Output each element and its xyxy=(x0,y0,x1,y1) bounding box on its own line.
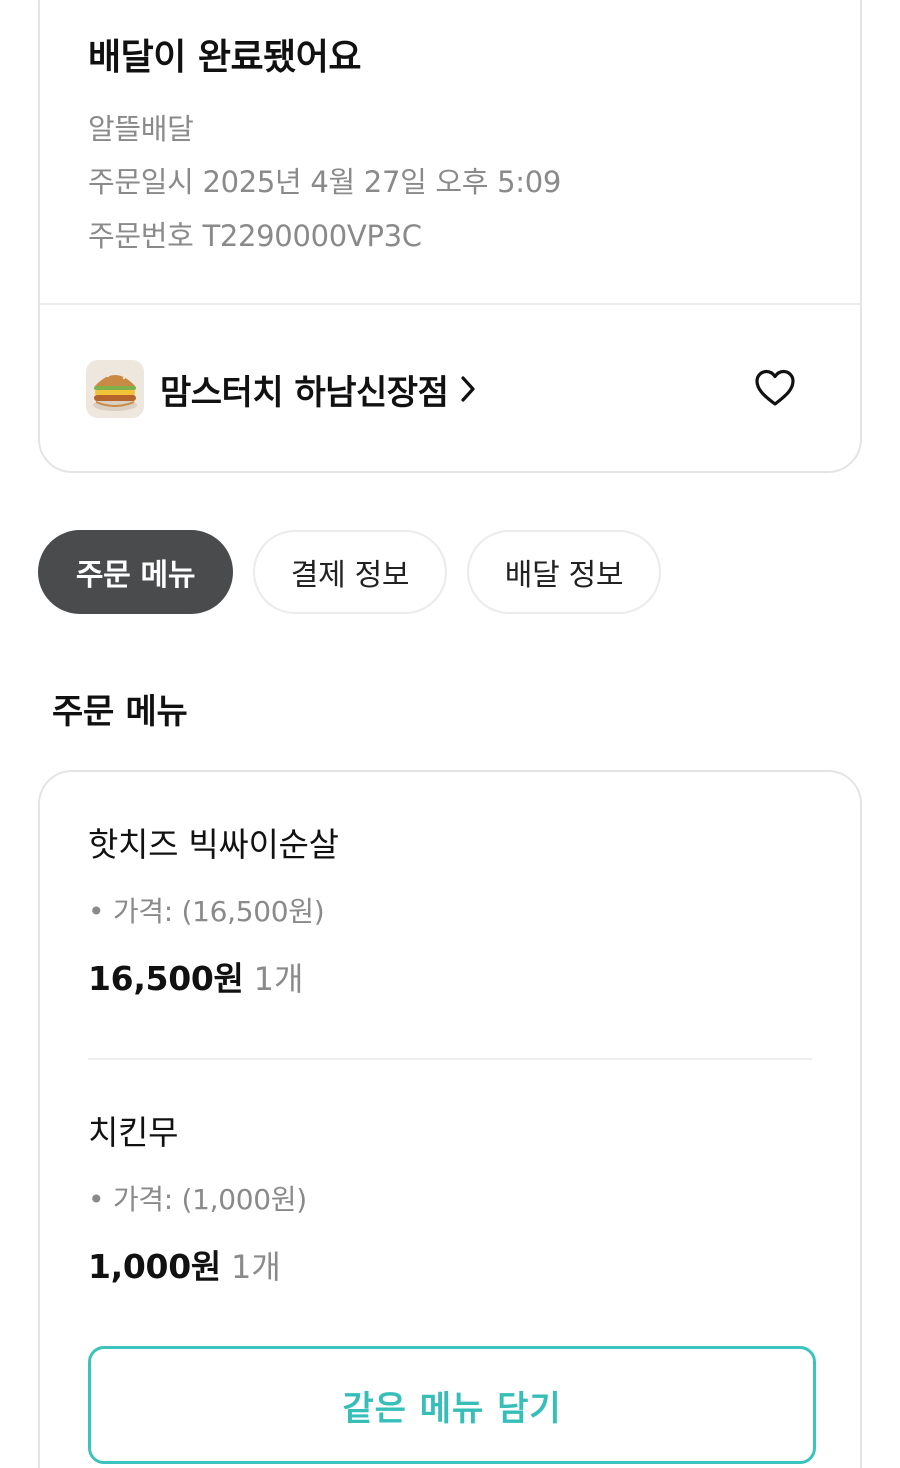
delivery-status-title: 배달이 완료됐어요 xyxy=(88,37,362,78)
item-price-row: 16,500원 1개 xyxy=(88,956,339,1002)
burger-thumbnail-icon xyxy=(86,360,144,418)
card-divider xyxy=(40,303,860,305)
favorite-heart-icon[interactable] xyxy=(754,368,796,408)
tab-payment-info[interactable]: 결제 정보 xyxy=(253,530,447,614)
list-item: 치킨무 • 가격: (1,000원) 1,000원 1개 xyxy=(88,1110,307,1290)
order-detail-tabs: 주문 메뉴 결제 정보 배달 정보 xyxy=(38,530,681,614)
delivery-type: 알뜰배달 xyxy=(88,112,194,146)
tab-order-menu[interactable]: 주문 메뉴 xyxy=(38,530,233,614)
order-date: 주문일시 2025년 4월 27일 오후 5:09 xyxy=(88,165,561,199)
item-price-row: 1,000원 1개 xyxy=(88,1244,307,1290)
item-divider xyxy=(88,1058,812,1060)
item-price: 16,500원 xyxy=(88,959,244,998)
chevron-right-icon xyxy=(460,375,476,403)
order-number: 주문번호 T2290000VP3C xyxy=(88,219,422,253)
item-quantity: 1개 xyxy=(230,1248,281,1286)
tab-delivery-info[interactable]: 배달 정보 xyxy=(467,530,661,614)
reorder-same-menu-button[interactable]: 같은 메뉴 담기 xyxy=(88,1346,816,1464)
item-option: • 가격: (1,000원) xyxy=(88,1183,307,1216)
item-name: 치킨무 xyxy=(88,1113,179,1152)
item-option: • 가격: (16,500원) xyxy=(88,895,325,928)
item-price: 1,000원 xyxy=(88,1247,221,1286)
item-name: 핫치즈 빅싸이순살 xyxy=(88,825,339,864)
store-thumbnail xyxy=(86,360,144,418)
order-menu-card: 핫치즈 빅싸이순살 • 가격: (16,500원) 16,500원 1개 치킨무 … xyxy=(38,770,862,1468)
section-title: 주문 메뉴 xyxy=(52,692,188,732)
store-link[interactable]: 맘스터치 하남신장점 xyxy=(86,360,476,418)
order-status-card: 배달이 완료됐어요 알뜰배달 주문일시 2025년 4월 27일 오후 5:09… xyxy=(38,0,862,473)
item-quantity: 1개 xyxy=(253,960,304,998)
list-item: 핫치즈 빅싸이순살 • 가격: (16,500원) 16,500원 1개 xyxy=(88,822,339,1002)
store-name[interactable]: 맘스터치 하남신장점 xyxy=(160,365,449,414)
